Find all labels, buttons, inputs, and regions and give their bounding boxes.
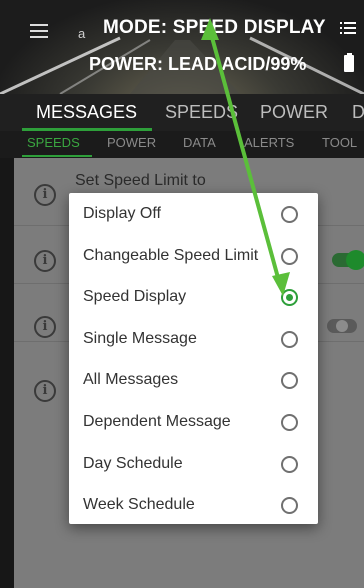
option-day-schedule[interactable]: Day Schedule: [69, 443, 318, 485]
option-label: Changeable Speed Limit: [83, 246, 259, 264]
info-icon[interactable]: i: [34, 184, 56, 206]
radio-button-selected[interactable]: [281, 289, 298, 307]
option-speed-display[interactable]: Speed Display: [69, 276, 318, 318]
mode-select-dialog: Display Off Changeable Speed Limit Speed…: [69, 193, 318, 524]
option-single-message[interactable]: Single Message: [69, 318, 318, 360]
tab-messages[interactable]: MESSAGES: [36, 102, 137, 123]
option-label: Dependent Message: [83, 413, 231, 430]
radio-button[interactable]: [281, 497, 298, 515]
mode-title: MODE: SPEED DISPLAY: [103, 17, 326, 38]
main-tab-bar: MESSAGES SPEEDS POWER D: [0, 94, 364, 131]
info-icon[interactable]: i: [34, 250, 56, 272]
option-all-messages[interactable]: All Messages: [69, 359, 318, 401]
option-label: Display Off: [83, 205, 161, 222]
tab-overflow[interactable]: D: [352, 102, 364, 123]
subtab-indicator: [22, 155, 92, 157]
radio-button[interactable]: [281, 372, 298, 390]
subtab-power[interactable]: POWER: [107, 135, 156, 150]
sub-tab-bar: SPEEDS POWER DATA ALERTS TOOL: [0, 131, 364, 158]
option-display-off[interactable]: Display Off: [69, 193, 318, 235]
hamburger-menu-icon[interactable]: [30, 24, 48, 38]
option-week-schedule[interactable]: Week Schedule: [69, 484, 318, 526]
radio-button[interactable]: [281, 330, 298, 348]
option-dependent-message[interactable]: Dependent Message: [69, 401, 318, 443]
option-label: Day Schedule: [83, 454, 183, 472]
subtab-tools[interactable]: TOOL: [322, 135, 357, 150]
enabled-toggle[interactable]: [332, 250, 364, 270]
tab-speeds[interactable]: SPEEDS: [165, 102, 238, 123]
option-label: Speed Display: [83, 288, 187, 306]
subtab-speeds[interactable]: SPEEDS: [27, 135, 80, 150]
info-icon[interactable]: i: [34, 316, 56, 338]
subtab-alerts[interactable]: ALERTS: [244, 135, 294, 150]
subtab-data[interactable]: DATA: [183, 135, 216, 150]
option-label: Single Message: [83, 329, 197, 347]
option-label: All Messages: [83, 371, 179, 389]
app-header: a MODE: SPEED DISPLAY POWER: LEAD ACID/9…: [0, 0, 364, 94]
radio-button[interactable]: [281, 247, 298, 265]
tab-power[interactable]: POWER: [260, 102, 328, 123]
disabled-toggle[interactable]: [327, 319, 357, 333]
header-small-label: a: [78, 26, 86, 41]
power-status: POWER: LEAD ACID/99%: [89, 54, 307, 74]
road-background-image: [0, 36, 364, 94]
battery-icon: [344, 53, 354, 73]
option-changeable-speed-limit[interactable]: Changeable Speed Limit: [69, 235, 318, 277]
radio-button[interactable]: [281, 414, 298, 431]
radio-button[interactable]: [281, 206, 298, 223]
info-icon[interactable]: i: [34, 380, 56, 402]
list-icon[interactable]: [340, 21, 356, 35]
option-label: Week Schedule: [83, 496, 195, 514]
row-label: Set Speed Limit to: [75, 172, 206, 189]
radio-button[interactable]: [281, 455, 298, 473]
content-left-edge: [0, 158, 14, 588]
